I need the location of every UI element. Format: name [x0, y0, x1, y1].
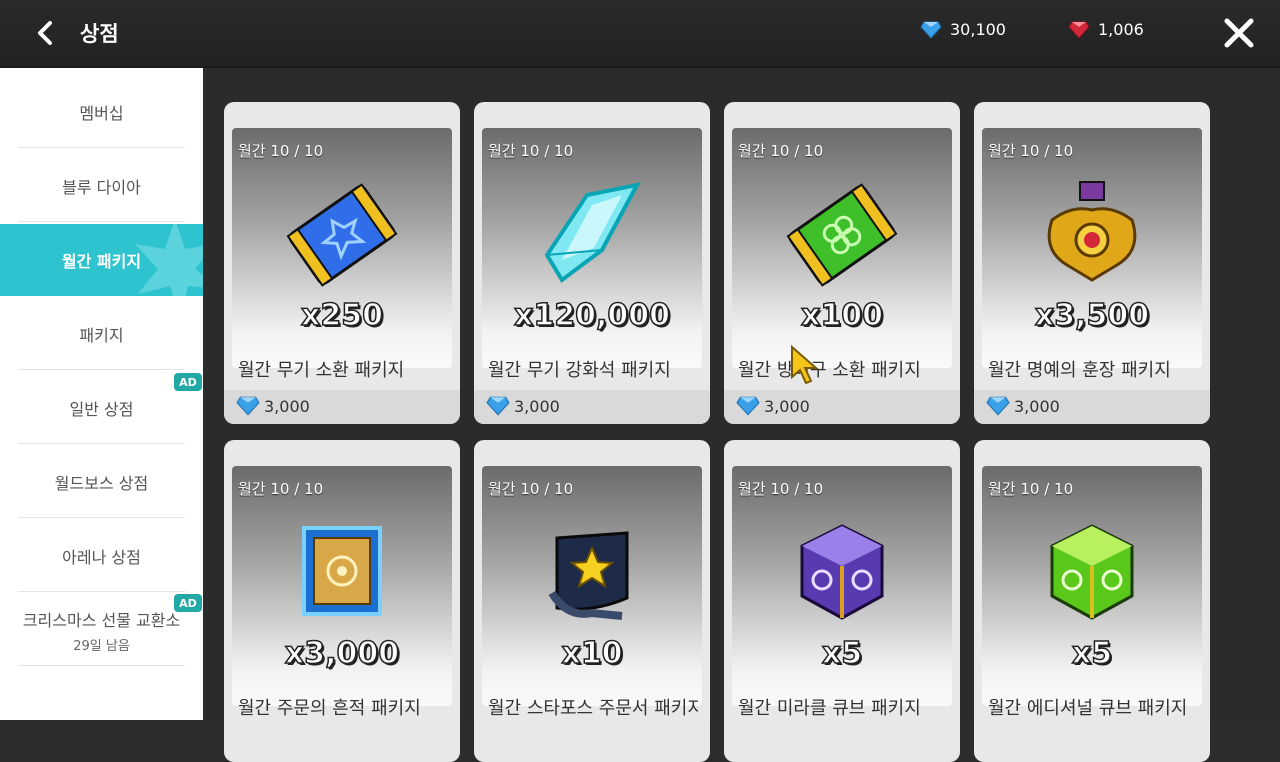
purchase-limit: 월간 10 / 10	[238, 142, 324, 160]
remaining-days: 29일 남음	[73, 638, 130, 654]
ad-badge: AD	[174, 594, 202, 612]
sidebar-item-world-boss-shop[interactable]: 월드보스 상점	[0, 446, 203, 518]
sidebar-item-monthly-package[interactable]: 월간 패키지	[0, 224, 203, 296]
product-quantity: x3,500	[1034, 297, 1150, 334]
purple-cube-icon	[800, 524, 884, 620]
sidebar-item-label: 아레나 상점	[62, 548, 141, 567]
blue-diamond-counter: 30,100	[920, 20, 1006, 39]
purchase-limit: 월간 10 / 10	[738, 480, 824, 498]
product-quantity: x5	[821, 635, 863, 672]
sidebar-item-membership[interactable]: 멤버십	[0, 76, 203, 148]
trace-scroll-icon	[302, 526, 382, 616]
product-card[interactable]: 월간 10 / 10 x120,000 월간 무기 강화석 패키지 3,000	[474, 102, 710, 424]
sidebar-item-blue-diamond[interactable]: 블루 다이아	[0, 150, 203, 222]
product-card[interactable]: 월간 10 / 10 x5 월간 에디셔널 큐브 패키지	[974, 440, 1210, 762]
purchase-limit: 월간 10 / 10	[488, 142, 574, 160]
product-card[interactable]: 월간 10 / 10 x10 월간 스타포스 주문서 패키지	[474, 440, 710, 762]
product-name: 월간 무기 강화석 패키지	[488, 360, 671, 381]
price-amount: 3,000	[514, 396, 560, 416]
product-quantity: x100	[800, 297, 883, 334]
price-amount: 3,000	[1014, 396, 1060, 416]
product-card[interactable]: 월간 10 / 10 x250 월간 무기 소환 패키지 3,000	[224, 102, 460, 424]
blue-diamond-icon	[736, 396, 760, 416]
green-cube-icon	[1050, 524, 1134, 620]
purchase-limit: 월간 10 / 10	[738, 142, 824, 160]
starforce-scroll-icon	[548, 531, 629, 620]
product-name: 월간 방어구 소환 패키지	[738, 360, 921, 381]
product-name: 월간 무기 소환 패키지	[238, 360, 405, 381]
sidebar-item-label: 패키지	[79, 326, 124, 345]
red-diamond-counter: 1,006	[1068, 20, 1144, 39]
product-grid: 월간 10 / 10 x250 월간 무기 소환 패키지 3,000 월간 10…	[203, 68, 1280, 762]
product-name: 월간 에디셔널 큐브 패키지	[988, 698, 1188, 719]
sidebar-item-label: 크리스마스 선물 교환소	[22, 610, 181, 630]
back-arrow-icon[interactable]	[30, 17, 62, 49]
pointer-cursor-icon	[791, 345, 819, 385]
price-amount: 3,000	[764, 396, 810, 416]
top-bar: 상점 30,100 1,006	[0, 0, 1280, 68]
purchase-limit: 월간 10 / 10	[988, 142, 1074, 160]
product-card[interactable]: 월간 10 / 10 x3,500 월간 명예의 훈장 패키지 3,000	[974, 102, 1210, 424]
product-quantity: x10	[561, 635, 624, 672]
sidebar-item-package[interactable]: 패키지	[0, 298, 203, 370]
blue-diamond-icon	[986, 396, 1010, 416]
page-title: 상점	[80, 22, 119, 46]
product-name: 월간 스타포스 주문서 패키지	[488, 698, 698, 719]
blue-diamond-icon	[236, 396, 260, 416]
sidebar-item-arena-shop[interactable]: 아레나 상점	[0, 520, 203, 592]
product-price: 3,000	[236, 396, 310, 416]
product-price: 3,000	[736, 396, 810, 416]
close-icon[interactable]	[1222, 16, 1256, 50]
product-price: 3,000	[986, 396, 1060, 416]
product-name: 월간 주문의 흔적 패키지	[238, 698, 421, 719]
product-name: 월간 명예의 훈장 패키지	[988, 360, 1171, 381]
sidebar-item-general-shop[interactable]: 일반 상점	[0, 372, 203, 444]
sidebar-item-label: 블루 다이아	[62, 178, 141, 197]
blue-diamond-amount: 30,100	[950, 20, 1006, 39]
product-quantity: x3,000	[284, 635, 400, 672]
blue-diamond-icon	[486, 396, 510, 416]
red-diamond-icon	[1068, 21, 1090, 39]
blue-diamond-icon	[920, 21, 942, 39]
crystal-icon	[544, 182, 641, 283]
product-quantity: x250	[300, 297, 383, 334]
red-diamond-amount: 1,006	[1098, 20, 1144, 39]
price-amount: 3,000	[264, 396, 310, 416]
product-name: 월간 미라클 큐브 패키지	[738, 698, 921, 719]
gold-medal-icon	[1047, 181, 1137, 282]
sidebar: 멤버십 블루 다이아 월간 패키지 패키지 일반 상점 AD 월드보스 상점 아…	[0, 68, 203, 720]
purchase-limit: 월간 10 / 10	[238, 480, 324, 498]
blue-ticket-icon	[286, 183, 398, 287]
product-quantity: x5	[1071, 635, 1113, 672]
sidebar-item-label: 멤버십	[79, 104, 124, 123]
sidebar-item-christmas-exchange[interactable]: 크리스마스 선물 교환소 29일 남음	[0, 594, 203, 666]
product-card[interactable]: 월간 10 / 10 x100 월간 방어구 소환 패키지 3,000	[724, 102, 960, 424]
product-card[interactable]: 월간 10 / 10 x5 월간 미라클 큐브 패키지	[724, 440, 960, 762]
green-clover-ticket-icon	[786, 183, 898, 287]
product-quantity: x120,000	[513, 297, 671, 334]
purchase-limit: 월간 10 / 10	[488, 480, 574, 498]
sidebar-item-label: 일반 상점	[69, 400, 134, 419]
sidebar-item-label: 월간 패키지	[61, 252, 142, 271]
sidebar-item-label: 월드보스 상점	[54, 474, 149, 493]
product-card[interactable]: 월간 10 / 10 x3,000 월간 주문의 흔적 패키지	[224, 440, 460, 762]
product-price: 3,000	[486, 396, 560, 416]
ad-badge: AD	[174, 373, 202, 391]
purchase-limit: 월간 10 / 10	[988, 480, 1074, 498]
